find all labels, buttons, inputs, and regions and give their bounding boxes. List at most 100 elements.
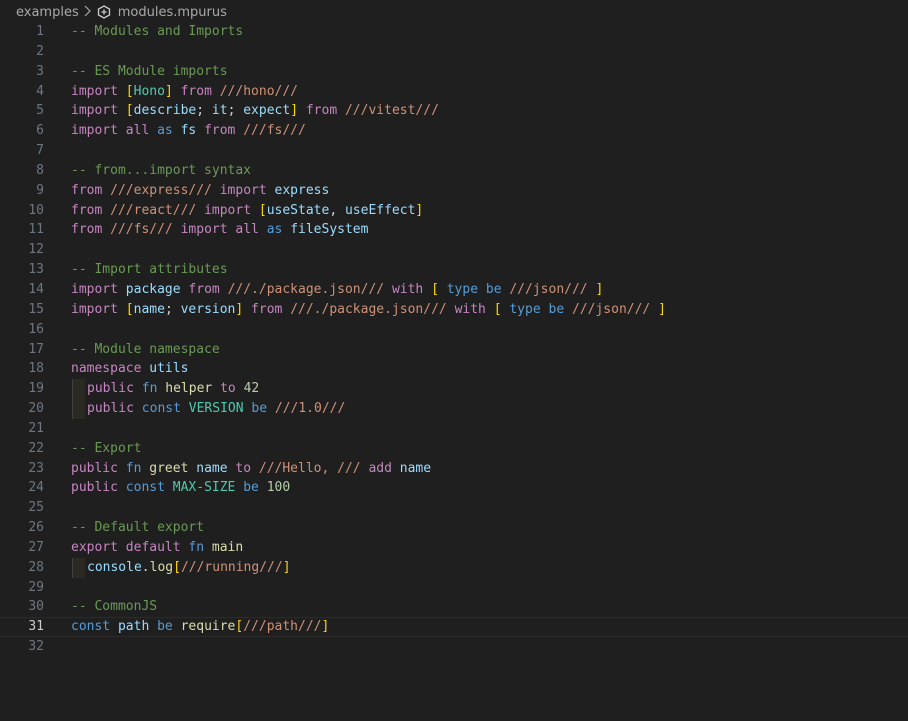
keyword-token: from bbox=[305, 103, 338, 119]
line-content: from ///react/// import [useState, useEf… bbox=[71, 201, 423, 221]
line-content: public const MAX-SIZE be 100 bbox=[71, 478, 290, 498]
keyword-token: namespace bbox=[71, 361, 142, 377]
chevron-right-icon bbox=[83, 5, 92, 20]
code-line[interactable]: 18 namespace utils bbox=[0, 359, 908, 379]
line-number: 4 bbox=[36, 83, 44, 99]
code-line[interactable]: 22 -- Export bbox=[0, 439, 908, 459]
keyword-token: import bbox=[219, 182, 267, 198]
code-line[interactable]: 14 import package from ///./package.json/… bbox=[0, 280, 908, 300]
line-content: -- Import attributes bbox=[71, 260, 228, 280]
identifier-token: package bbox=[125, 281, 181, 297]
string-token: ///running/// bbox=[180, 559, 283, 575]
string-token: ///path/// bbox=[243, 619, 322, 635]
text-token: . bbox=[141, 559, 150, 575]
line-content: namespace utils bbox=[71, 359, 188, 379]
keyword-token: import bbox=[71, 83, 118, 99]
code-line[interactable]: 19 public fn helper to 42 bbox=[0, 379, 908, 400]
code-line[interactable]: 12 bbox=[0, 240, 908, 260]
identifier-token: name bbox=[196, 460, 228, 476]
code-line[interactable]: 8 -- from...import syntax bbox=[0, 161, 908, 181]
line-number: 2 bbox=[36, 43, 44, 59]
code-line[interactable]: 3 -- ES Module imports bbox=[0, 62, 908, 82]
bracket-token: [ bbox=[173, 559, 181, 575]
bracket-token: ] bbox=[415, 202, 424, 218]
line-number: 28 bbox=[28, 559, 44, 575]
line-number: 5 bbox=[36, 103, 44, 119]
line-number: 18 bbox=[28, 361, 44, 377]
code-line[interactable]: 11 from ///fs/// import all as fileSystem bbox=[0, 220, 908, 240]
identifier-token: express bbox=[274, 182, 330, 198]
code-line[interactable]: 25 bbox=[0, 498, 908, 518]
code-line[interactable]: 17 -- Module namespace bbox=[0, 340, 908, 360]
string-token: ///vitest/// bbox=[344, 103, 439, 119]
code-line[interactable]: 1 -- Modules and Imports bbox=[0, 22, 908, 42]
code-line[interactable]: 27 export default fn main bbox=[0, 538, 908, 558]
identifier-token: expect bbox=[243, 103, 291, 119]
string-token: ///express/// bbox=[110, 182, 212, 198]
line-content: public fn helper to 42 bbox=[87, 379, 259, 399]
function-token: log bbox=[149, 559, 174, 575]
bracket-token: ] bbox=[595, 281, 604, 297]
comment-token: -- ES Module imports bbox=[71, 63, 228, 79]
code-line[interactable]: 6 import all as fs from ///fs/// bbox=[0, 121, 908, 141]
code-line[interactable]: 26 -- Default export bbox=[0, 518, 908, 538]
storage-token: as bbox=[266, 222, 283, 238]
code-line[interactable]: 30 -- CommonJS bbox=[0, 597, 908, 617]
line-number: 6 bbox=[36, 123, 44, 139]
code-line[interactable]: 20 public const VERSION be ///1.0/// bbox=[0, 399, 908, 419]
code-line[interactable]: 7 bbox=[0, 141, 908, 161]
line-number: 13 bbox=[28, 262, 44, 278]
code-line[interactable]: 28 console.log[///running///] bbox=[0, 557, 908, 578]
code-line[interactable]: 23 public fn greet name to ///Hello, /// … bbox=[0, 459, 908, 479]
code-line[interactable]: 21 bbox=[0, 419, 908, 439]
text-token: ; bbox=[164, 301, 181, 317]
line-number: 27 bbox=[28, 539, 44, 555]
line-number: 23 bbox=[28, 460, 44, 476]
code-line[interactable]: 5 import [describe; it; expect] from ///v… bbox=[0, 101, 908, 121]
line-content: console.log[///running///] bbox=[87, 558, 291, 578]
code-editor[interactable]: 1 -- Modules and Imports 2 3 -- ES Module im… bbox=[0, 22, 908, 657]
line-number: 26 bbox=[28, 520, 44, 536]
keyword-token: from bbox=[251, 301, 283, 317]
code-line[interactable]: 10 from ///react/// import [useState, use… bbox=[0, 201, 908, 221]
keyword-token: from bbox=[204, 123, 236, 139]
breadcrumb-file[interactable]: modules.mpurus bbox=[118, 5, 227, 20]
line-number: 7 bbox=[36, 143, 44, 159]
keyword-token: public bbox=[87, 401, 134, 417]
bracket-token: ] bbox=[658, 301, 666, 317]
code-line[interactable]: 31 const path be require[///path///] bbox=[0, 617, 908, 637]
keyword-token: from bbox=[180, 83, 212, 99]
breadcrumb-folder[interactable]: examples bbox=[16, 5, 79, 20]
code-line[interactable]: 13 -- Import attributes bbox=[0, 260, 908, 280]
line-number: 8 bbox=[36, 162, 44, 178]
code-line[interactable]: 4 import [Hono] from ///hono/// bbox=[0, 82, 908, 102]
string-token: ///./package.json/// bbox=[227, 281, 385, 297]
line-content: -- Module namespace bbox=[71, 340, 220, 360]
code-line[interactable]: 29 bbox=[0, 578, 908, 598]
keyword-token: to bbox=[235, 460, 252, 476]
code-line[interactable]: 24 public const MAX-SIZE be 100 bbox=[0, 478, 908, 498]
line-content: const path be require[///path///] bbox=[71, 617, 329, 637]
code-line[interactable]: 15 import [name; version] from ///./packa… bbox=[0, 300, 908, 320]
code-line[interactable]: 32 bbox=[0, 637, 908, 657]
code-line[interactable]: 16 bbox=[0, 320, 908, 340]
bracket-token: [ bbox=[258, 202, 267, 218]
line-number: 10 bbox=[28, 202, 44, 218]
code-line[interactable]: 9 from ///express/// import express bbox=[0, 181, 908, 201]
code-line[interactable]: 2 bbox=[0, 42, 908, 62]
identifier-token: it bbox=[211, 103, 228, 119]
